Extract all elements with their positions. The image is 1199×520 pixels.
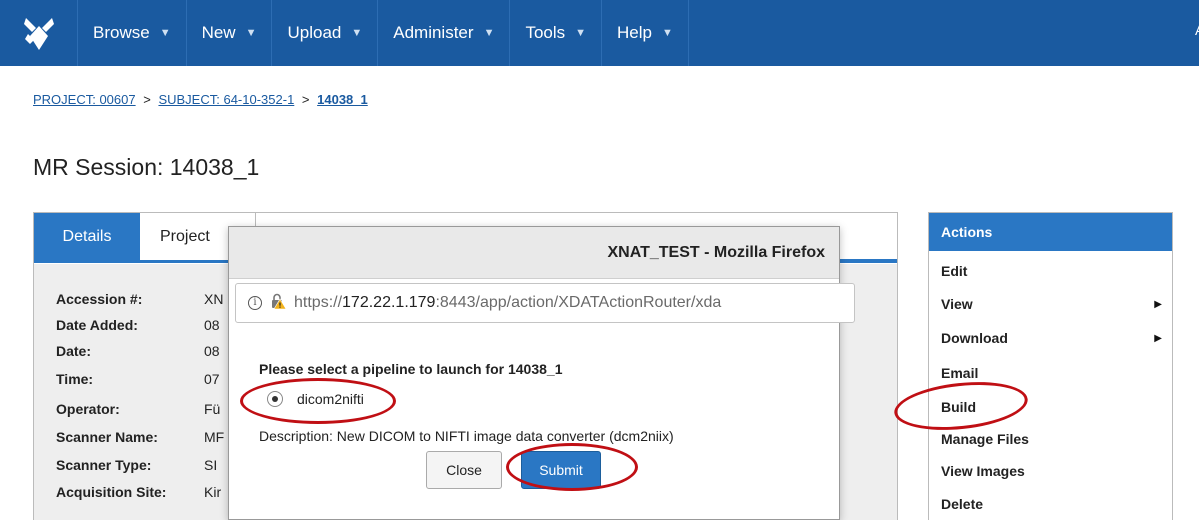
action-view[interactable]: View [941,296,973,312]
tab-details[interactable]: Details [34,213,140,260]
pipeline-description: Description: New DICOM to NIFTI image da… [259,428,674,444]
action-view-images[interactable]: View Images [941,463,1025,479]
close-button[interactable]: Close [426,451,502,489]
nav-label: Help [617,23,652,42]
caret-down-icon: ▼ [159,27,171,39]
pipeline-radio[interactable] [267,391,283,407]
actions-panel: Actions Edit View ▶ Download ▶ Email Bui… [928,212,1173,520]
submit-button[interactable]: Submit [521,451,601,489]
nav-upload[interactable]: Upload ▼ [272,0,379,66]
action-email[interactable]: Email [941,365,978,381]
field-value: MF [204,429,225,445]
field-label: Acquisition Site: [56,484,167,500]
nav-label: Tools [525,23,566,42]
field-label: Date: [56,343,92,359]
nav-label: Upload [287,23,342,42]
url-path: :8443/app/action/XDATActionRouter/xda [435,294,722,311]
action-build[interactable]: Build [941,399,976,415]
action-download[interactable]: Download [941,330,1008,346]
pipeline-option-row[interactable]: dicom2nifti [267,391,364,407]
submenu-arrow-icon: ▶ [1154,333,1162,344]
action-delete[interactable]: Delete [941,496,983,512]
field-value: 07 [204,371,220,387]
action-manage-files[interactable]: Manage Files [941,431,1029,447]
insecure-lock-icon[interactable] [270,293,287,314]
top-navbar: Browse ▼ New ▼ Upload ▼ Administer ▼ Tools ▼ … [0,0,1199,66]
field-value: SI [204,457,218,473]
nav-administer[interactable]: Administer ▼ [378,0,511,66]
nav-help[interactable]: Help ▼ [602,0,689,66]
caret-down-icon: ▼ [483,27,495,39]
popup-body: Please select a pipeline to launch for 1… [229,327,839,519]
nav-edge-fragment[interactable]: A [1195,22,1199,44]
nav-label: New [201,23,236,42]
page-title: MR Session: 14038_1 [33,154,260,180]
field-label: Scanner Name: [56,429,158,445]
nav-label: Administer [393,23,474,42]
field-label: Date Added: [56,317,138,333]
url-prefix: https:// [294,294,343,311]
field-value: 08 [204,317,220,333]
breadcrumb-separator: > [301,92,310,107]
breadcrumb-project-link[interactable]: PROJECT: 00607 [33,92,136,107]
pipeline-option-label[interactable]: dicom2nifti [297,391,364,407]
radio-selected-dot [272,396,278,402]
submenu-arrow-icon: ▶ [1154,299,1162,310]
nav-tools[interactable]: Tools ▼ [510,0,603,66]
breadcrumb-subject-link[interactable]: SUBJECT: 64-10-352-1 [158,92,294,107]
field-value: Fü [204,401,221,417]
pipeline-prompt: Please select a pipeline to launch for 1… [259,361,563,377]
xnat-logo-icon [23,18,54,50]
popup-window-title: XNAT_TEST - Mozilla Firefox [229,227,839,279]
url-host: 172.22.1.179 [342,294,436,311]
breadcrumb-current[interactable]: 14038_1 [317,92,368,107]
caret-down-icon: ▼ [245,27,257,39]
field-label: Accession #: [56,291,143,307]
url-bar[interactable]: i https://172.22.1.179:8443/app/action/X… [235,283,855,323]
field-label: Operator: [56,401,120,417]
caret-down-icon: ▼ [575,27,587,39]
actions-header: Actions [929,213,1172,251]
nav-browse[interactable]: Browse ▼ [78,0,187,66]
pipeline-popup-window: XNAT_TEST - Mozilla Firefox i https://17… [228,226,855,520]
caret-down-icon: ▼ [351,27,363,39]
field-label: Scanner Type: [56,457,152,473]
breadcrumb-separator: > [143,92,151,107]
nav-label: Browse [93,23,150,42]
caret-down-icon: ▼ [662,27,673,39]
breadcrumb: PROJECT: 00607 > SUBJECT: 64-10-352-1 > … [33,92,368,107]
field-label: Time: [56,371,94,387]
xnat-logo[interactable] [0,0,78,66]
field-value: XN [204,291,224,307]
info-icon[interactable]: i [248,296,262,310]
nav-new[interactable]: New ▼ [187,0,273,66]
field-value: 08 [204,343,220,359]
action-edit[interactable]: Edit [941,263,967,279]
field-value: Kir [204,484,222,500]
